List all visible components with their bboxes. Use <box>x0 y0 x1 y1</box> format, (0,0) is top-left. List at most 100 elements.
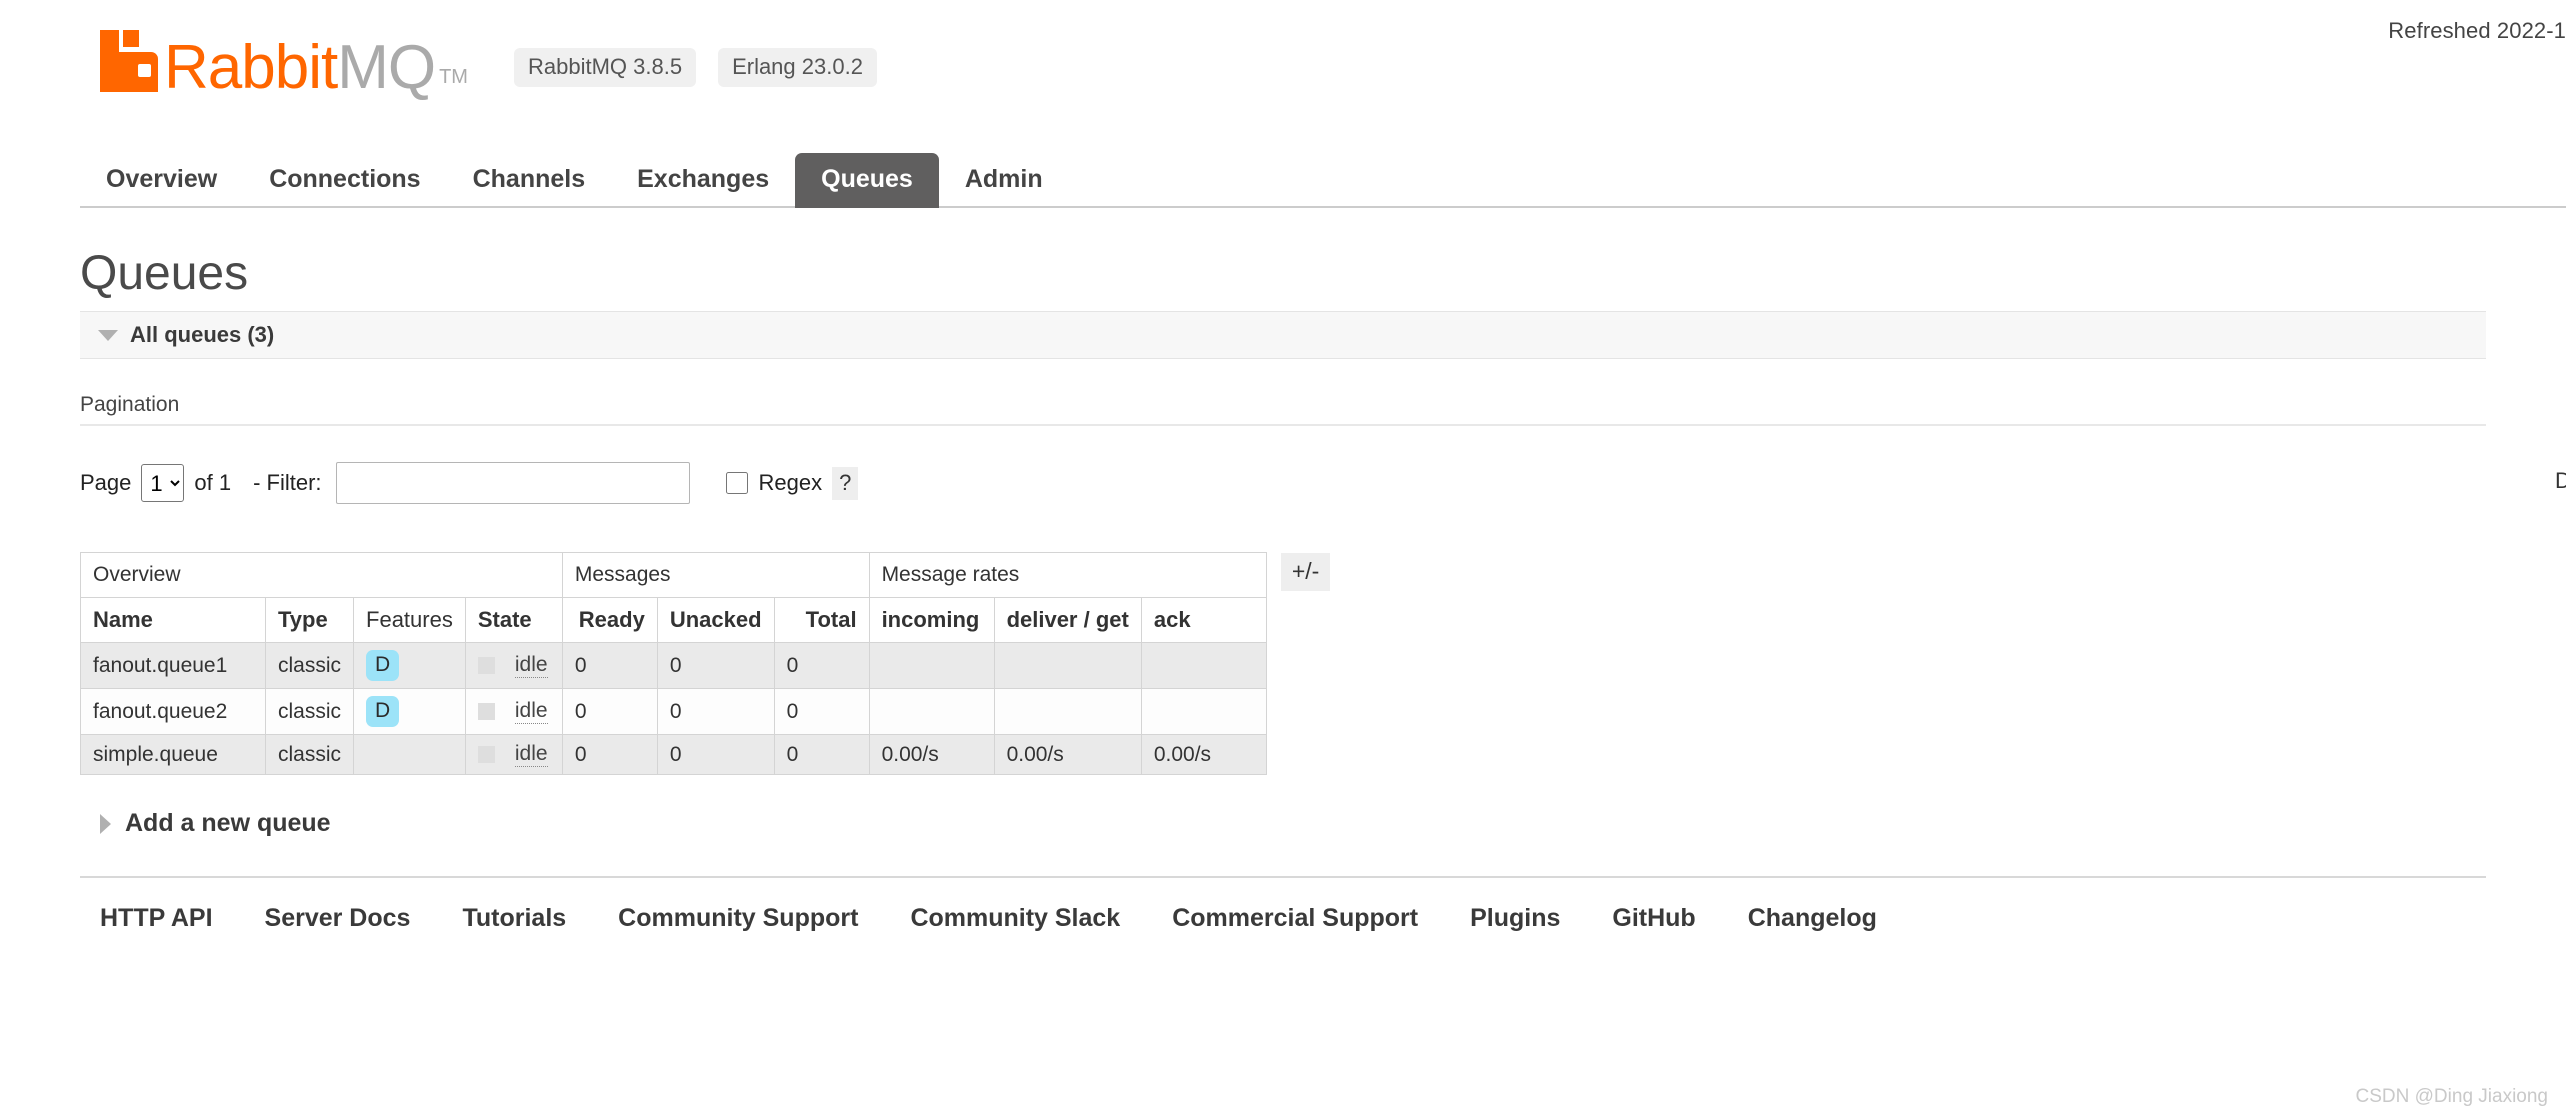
displaying-count-clipped: D <box>2555 468 2566 494</box>
trademark-mark: TM <box>439 66 468 89</box>
pagination-block: Pagination Page 1 of 1 - Filter: Regex ?… <box>80 393 2486 504</box>
refreshed-timestamp: Refreshed 2022-1 <box>2388 18 2566 44</box>
group-header-message-rates: Message rates <box>869 553 1266 598</box>
durable-badge: D <box>366 696 399 727</box>
version-badges: RabbitMQ 3.8.5 Erlang 23.0.2 <box>514 48 899 87</box>
state-color-swatch-icon <box>478 703 495 720</box>
main-navigation: Overview Connections Channels Exchanges … <box>80 150 2566 208</box>
footer-link-commercial-support[interactable]: Commercial Support <box>1172 904 1418 933</box>
brand-mq-text: MQ <box>337 33 435 102</box>
tab-channels[interactable]: Channels <box>447 153 612 208</box>
queue-type-cell: classic <box>266 643 354 689</box>
column-header-incoming[interactable]: incoming <box>869 598 994 643</box>
column-header-type[interactable]: Type <box>266 598 354 643</box>
column-header-total[interactable]: Total <box>774 598 869 643</box>
queue-ack-cell <box>1141 643 1266 689</box>
rabbitmq-version-badge: RabbitMQ 3.8.5 <box>514 48 696 87</box>
queue-unacked-cell: 0 <box>657 643 774 689</box>
column-header-features: Features <box>354 598 466 643</box>
pagination-label: Pagination <box>80 393 2486 426</box>
tab-admin[interactable]: Admin <box>939 153 1069 208</box>
durable-badge: D <box>366 650 399 681</box>
regex-help-icon[interactable]: ? <box>832 467 858 500</box>
brand-wordmark: RabbitMQ <box>164 39 435 98</box>
column-header-state[interactable]: State <box>465 598 562 643</box>
filter-input[interactable] <box>336 462 690 504</box>
column-header-deliver-get[interactable]: deliver / get <box>994 598 1141 643</box>
footer-link-server-docs[interactable]: Server Docs <box>265 904 411 933</box>
queue-ready-cell: 0 <box>562 643 657 689</box>
queue-deliver-get-cell <box>994 643 1141 689</box>
queue-state-cell: idle <box>465 643 562 689</box>
queue-unacked-cell: 0 <box>657 689 774 735</box>
brand-logo[interactable]: RabbitMQ TM RabbitMQ 3.8.5 Erlang 23.0.2 <box>100 30 899 98</box>
tab-queues[interactable]: Queues <box>795 153 939 208</box>
table-row[interactable]: fanout.queue2 classic D idle 0 0 0 <box>81 689 1267 735</box>
footer-link-community-slack[interactable]: Community Slack <box>910 904 1120 933</box>
queue-total-cell: 0 <box>774 643 869 689</box>
page-label: Page <box>80 470 131 496</box>
tab-overview[interactable]: Overview <box>80 153 243 208</box>
state-text: idle <box>515 699 548 724</box>
tab-connections[interactable]: Connections <box>243 153 446 208</box>
queue-ack-cell: 0.00/s <box>1141 735 1266 775</box>
add-new-queue-label: Add a new queue <box>125 809 331 838</box>
column-header-unacked[interactable]: Unacked <box>657 598 774 643</box>
table-group-header-row: Overview Messages Message rates <box>81 553 1267 598</box>
queue-name-cell[interactable]: simple.queue <box>81 735 266 775</box>
state-color-swatch-icon <box>478 746 495 763</box>
queues-table: Overview Messages Message rates Name Typ… <box>80 552 1267 775</box>
page-of-label: of 1 <box>194 470 231 496</box>
footer-link-http-api[interactable]: HTTP API <box>100 904 213 933</box>
tab-exchanges[interactable]: Exchanges <box>611 153 795 208</box>
queue-deliver-get-cell <box>994 689 1141 735</box>
column-header-ack[interactable]: ack <box>1141 598 1266 643</box>
add-new-queue-section[interactable]: Add a new queue <box>80 809 331 838</box>
all-queues-section-header[interactable]: All queues (3) <box>80 311 2486 359</box>
watermark: CSDN @Ding Jiaxiong <box>2356 1086 2548 1108</box>
footer-link-plugins[interactable]: Plugins <box>1470 904 1560 933</box>
queue-deliver-get-cell: 0.00/s <box>994 735 1141 775</box>
queue-ready-cell: 0 <box>562 689 657 735</box>
footer-links: HTTP API Server Docs Tutorials Community… <box>80 876 2486 933</box>
queue-incoming-cell <box>869 689 994 735</box>
toggle-columns-button[interactable]: +/- <box>1281 553 1330 591</box>
queue-name-cell[interactable]: fanout.queue1 <box>81 643 266 689</box>
queues-table-head: Overview Messages Message rates Name Typ… <box>81 553 1267 643</box>
state-text: idle <box>515 742 548 767</box>
table-row[interactable]: fanout.queue1 classic D idle 0 0 0 <box>81 643 1267 689</box>
queue-unacked-cell: 0 <box>657 735 774 775</box>
queue-state-cell: idle <box>465 689 562 735</box>
queue-ready-cell: 0 <box>562 735 657 775</box>
queue-features-cell: D <box>354 689 466 735</box>
queue-type-cell: classic <box>266 735 354 775</box>
group-header-overview: Overview <box>81 553 563 598</box>
regex-checkbox[interactable] <box>726 472 748 494</box>
state-text: idle <box>515 653 548 678</box>
top-bar: Refreshed 2022-1 RabbitMQ TM RabbitMQ 3.… <box>0 0 2566 150</box>
regex-label: Regex <box>759 470 823 496</box>
footer-link-github[interactable]: GitHub <box>1612 904 1695 933</box>
pagination-controls: Page 1 of 1 - Filter: Regex ? D <box>80 462 2486 504</box>
queues-table-wrap: Overview Messages Message rates Name Typ… <box>80 552 2566 775</box>
page-select[interactable]: 1 <box>141 464 184 502</box>
queue-ack-cell <box>1141 689 1266 735</box>
brand-rabbit-text: Rabbit <box>164 33 337 102</box>
queue-total-cell: 0 <box>774 735 869 775</box>
column-header-name[interactable]: Name <box>81 598 266 643</box>
table-row[interactable]: simple.queue classic idle 0 0 0 0.00/s <box>81 735 1267 775</box>
erlang-version-badge: Erlang 23.0.2 <box>718 48 877 87</box>
column-header-ready[interactable]: Ready <box>562 598 657 643</box>
queue-type-cell: classic <box>266 689 354 735</box>
queue-name-cell[interactable]: fanout.queue2 <box>81 689 266 735</box>
group-header-messages: Messages <box>562 553 869 598</box>
footer-link-changelog[interactable]: Changelog <box>1748 904 1877 933</box>
page-content: Queues All queues (3) Pagination Page 1 … <box>0 246 2566 933</box>
footer-link-community-support[interactable]: Community Support <box>618 904 858 933</box>
queue-incoming-cell: 0.00/s <box>869 735 994 775</box>
queue-features-cell: D <box>354 643 466 689</box>
queues-table-body: fanout.queue1 classic D idle 0 0 0 <box>81 643 1267 775</box>
table-column-header-row: Name Type Features State Ready Unacked T… <box>81 598 1267 643</box>
filter-label: - Filter: <box>253 470 321 496</box>
footer-link-tutorials[interactable]: Tutorials <box>462 904 566 933</box>
